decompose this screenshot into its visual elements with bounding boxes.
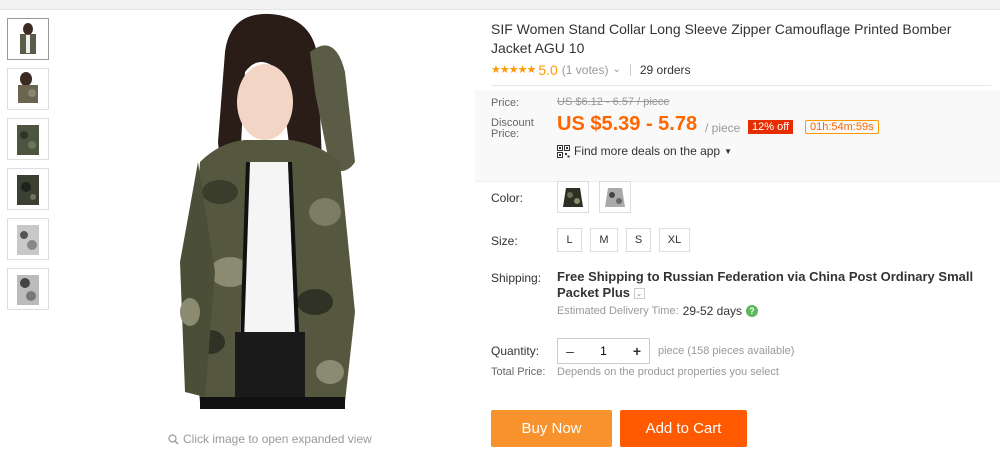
top-divider bbox=[0, 0, 1000, 10]
rating-value: 5.0 bbox=[538, 61, 558, 78]
delivery-estimate: Estimated Delivery Time: 29-52 days ? bbox=[557, 304, 759, 318]
separator bbox=[629, 63, 631, 76]
eta-label: Estimated Delivery Time: bbox=[557, 305, 679, 317]
discount-price: US $5.39 - 5.78 bbox=[557, 113, 698, 135]
quantity-decrease-button[interactable]: – bbox=[558, 339, 582, 363]
color-swatch-dark-camo[interactable] bbox=[557, 181, 589, 213]
original-price: US $6.12 - 6.57 / piece bbox=[557, 96, 670, 108]
thumbnail-4[interactable] bbox=[7, 168, 49, 210]
shipping-method-text: Free Shipping to Russian Federation via … bbox=[557, 269, 974, 300]
price-box: Price: US $6.12 - 6.57 / piece Discount … bbox=[475, 90, 1000, 182]
zoom-hint-text: Click image to open expanded view bbox=[183, 432, 372, 446]
quantity-label: Quantity: bbox=[491, 344, 540, 358]
shipping-label: Shipping: bbox=[491, 271, 542, 285]
caret-down-icon: ▼ bbox=[724, 146, 733, 156]
quantity-increase-button[interactable]: + bbox=[625, 339, 649, 363]
quantity-availability: piece (158 pieces available) bbox=[658, 345, 795, 357]
app-deals-link[interactable]: Find more deals on the app ▼ bbox=[557, 144, 732, 158]
thumbnail-3[interactable] bbox=[7, 118, 49, 160]
rating-row: ★★★★★ 5.0 (1 votes) ⌄ 29 orders bbox=[491, 60, 991, 86]
total-price-label: Total Price: bbox=[491, 366, 546, 378]
chevron-down-icon[interactable]: ⌄ bbox=[633, 288, 645, 300]
add-to-cart-button[interactable]: Add to Cart bbox=[620, 410, 747, 447]
qr-code-icon bbox=[557, 144, 570, 158]
magnifier-icon bbox=[168, 433, 179, 444]
thumbnail-1[interactable] bbox=[7, 18, 49, 60]
chevron-down-icon[interactable]: ⌄ bbox=[612, 64, 620, 75]
quantity-input[interactable] bbox=[582, 344, 625, 358]
app-deals-text: Find more deals on the app bbox=[574, 144, 721, 158]
thumbnail-6[interactable] bbox=[7, 268, 49, 310]
countdown-timer: 01h:54m:59s bbox=[805, 120, 879, 134]
size-option-xl[interactable]: XL bbox=[659, 228, 690, 252]
thumbnail-5[interactable] bbox=[7, 218, 49, 260]
size-label: Size: bbox=[491, 234, 518, 248]
thumbnail-2[interactable] bbox=[7, 68, 49, 110]
size-option-s[interactable]: S bbox=[626, 228, 651, 252]
discount-badge: 12% off bbox=[748, 120, 794, 134]
size-option-l[interactable]: L bbox=[557, 228, 582, 252]
per-piece-unit: / piece bbox=[705, 121, 741, 135]
star-rating-icon: ★★★★★ bbox=[491, 64, 536, 76]
eta-days: 29-52 days bbox=[682, 304, 743, 318]
zoom-hint: Click image to open expanded view bbox=[168, 432, 372, 446]
total-price-value: Depends on the product properties you se… bbox=[557, 366, 779, 378]
help-icon[interactable]: ? bbox=[746, 305, 759, 317]
color-swatch-grey-camo[interactable] bbox=[599, 181, 631, 213]
main-product-image[interactable] bbox=[140, 12, 410, 427]
product-title: SIF Women Stand Collar Long Sleeve Zippe… bbox=[491, 21, 952, 56]
color-label: Color: bbox=[491, 191, 524, 205]
thumbnail-list bbox=[7, 18, 49, 318]
votes-link[interactable]: (1 votes) bbox=[562, 63, 609, 77]
price-label: Price: bbox=[491, 97, 520, 109]
buy-now-button[interactable]: Buy Now bbox=[491, 410, 612, 447]
shipping-method[interactable]: Free Shipping to Russian Federation via … bbox=[557, 269, 977, 301]
discount-label-line2: Price: bbox=[491, 128, 520, 140]
quantity-stepper: – + bbox=[557, 338, 650, 364]
size-option-m[interactable]: M bbox=[590, 228, 618, 252]
orders-count: 29 orders bbox=[639, 62, 691, 77]
